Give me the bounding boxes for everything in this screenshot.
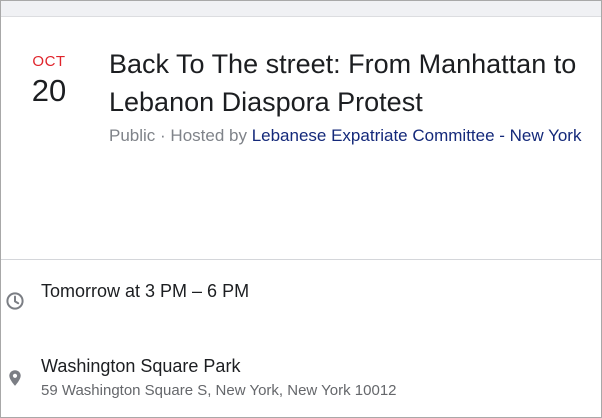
top-bar: [1, 1, 601, 17]
hosted-by-label: Hosted by: [170, 126, 252, 145]
location-address: 59 Washington Square S, New York, New Yo…: [41, 382, 397, 399]
event-time: Tomorrow at 3 PM – 6 PM: [41, 281, 250, 301]
event-date: OCT 20: [19, 53, 79, 110]
event-title: Back To The street: From Manhattan to Le…: [109, 49, 577, 117]
location-name[interactable]: Washington Square Park: [41, 354, 240, 378]
event-host-link[interactable]: Lebanese Expatriate Committee - New York: [252, 126, 582, 145]
clock-icon: [5, 291, 25, 311]
divider: [1, 259, 601, 260]
meta-separator: ·: [155, 126, 171, 145]
event-day: 20: [31, 73, 67, 108]
event-privacy: Public: [109, 126, 156, 145]
map-pin-icon: [5, 368, 25, 388]
event-meta: Public · Hosted by Lebanese Expatriate C…: [109, 124, 601, 147]
event-card: OCT 20 Back To The street: From Manhatta…: [0, 0, 602, 418]
event-month: OCT: [32, 53, 66, 70]
